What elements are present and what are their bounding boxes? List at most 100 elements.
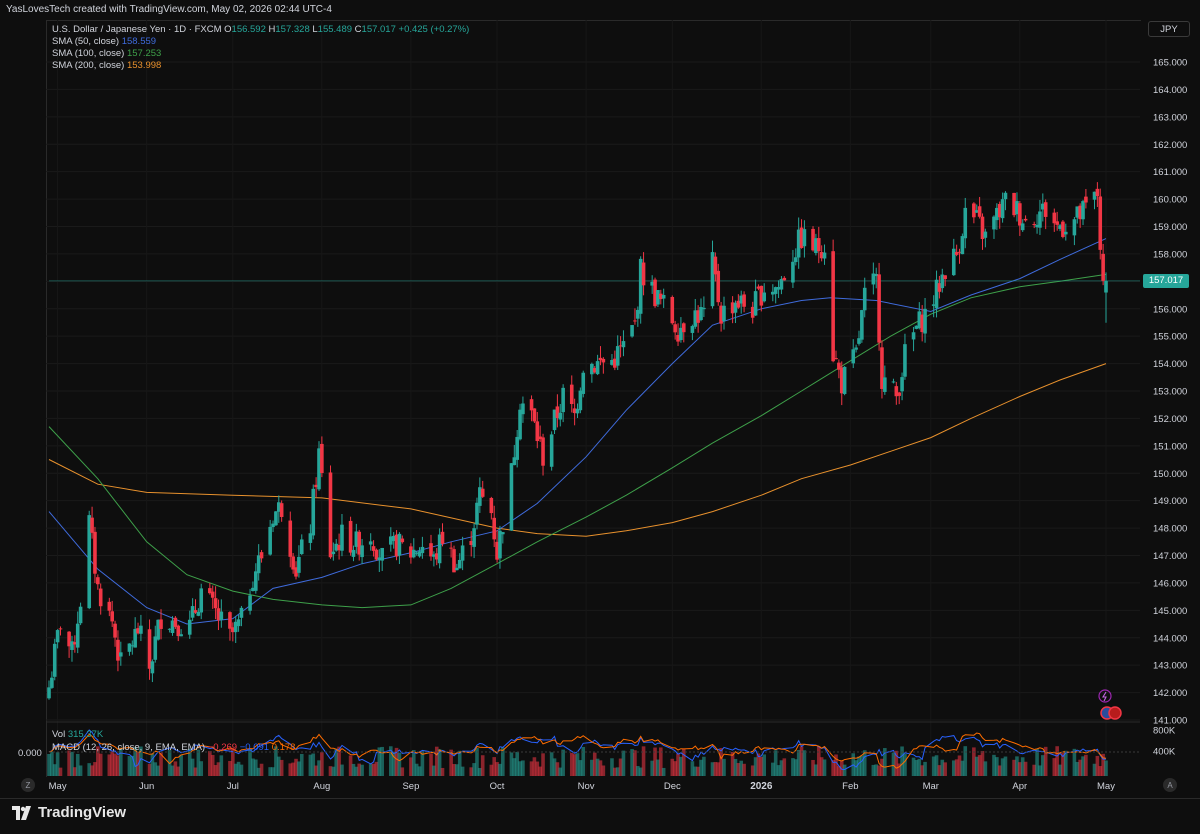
candle-body xyxy=(139,625,143,634)
candle-body xyxy=(661,295,666,299)
candle-body xyxy=(116,639,120,661)
symbol-description: U.S. Dollar / Japanese Yen · 1D · FXCM xyxy=(52,24,222,35)
candle-body xyxy=(55,630,60,643)
currency-button[interactable]: JPY xyxy=(1148,21,1190,37)
x-tick-label: May xyxy=(49,781,67,792)
candle-body xyxy=(960,236,965,255)
y-tick-label: 156.000 xyxy=(1153,304,1187,315)
ohlc-legend-row[interactable]: U.S. Dollar / Japanese Yen · 1D · FXCM O… xyxy=(52,24,469,36)
volume-bar xyxy=(460,766,465,776)
candle-body xyxy=(47,687,51,699)
candle-body xyxy=(348,520,353,553)
candle-body xyxy=(851,349,856,364)
candle-body xyxy=(179,634,183,637)
volume-bar xyxy=(782,758,787,776)
volume-bar xyxy=(822,759,827,776)
candle-body xyxy=(397,533,402,556)
candle-body xyxy=(690,326,695,333)
x-tick-label: Dec xyxy=(664,781,681,792)
volume-bar xyxy=(259,763,264,776)
volume-bar xyxy=(1104,760,1108,776)
auto-scale-button[interactable]: A xyxy=(1163,778,1177,792)
tradingview-brand[interactable]: TradingView xyxy=(12,804,126,821)
candle-body xyxy=(110,611,114,622)
candle-body xyxy=(911,332,916,340)
candle-body xyxy=(239,607,244,618)
y-tick-label: 155.000 xyxy=(1153,332,1187,343)
candle-body xyxy=(670,296,675,324)
candle-body xyxy=(311,488,316,536)
candle-body xyxy=(1018,203,1022,226)
volume-bar xyxy=(480,755,485,776)
volume-bar xyxy=(1023,761,1028,776)
sma200-legend-row[interactable]: SMA (200, close) 153.998 xyxy=(52,60,469,72)
macd-legend-row[interactable]: MACD (12, 26, close, 9, EMA, EMA) −0.269… xyxy=(52,741,295,754)
candle-body xyxy=(52,643,57,677)
candle-body xyxy=(248,595,252,611)
candle-body xyxy=(541,437,545,466)
candle-body xyxy=(673,324,677,333)
volume-bar xyxy=(299,753,304,776)
y-tick-label: 153.000 xyxy=(1153,387,1187,398)
candle-body xyxy=(480,488,485,497)
candle-body xyxy=(187,619,192,635)
candle-body xyxy=(1101,253,1105,281)
volume-bar xyxy=(521,760,525,776)
candle-body xyxy=(449,547,453,549)
candle-body xyxy=(897,392,901,396)
candle-body xyxy=(532,408,537,422)
y-tick-label: 150.000 xyxy=(1153,469,1187,480)
candle-body xyxy=(716,270,721,303)
candle-body xyxy=(457,559,462,569)
candle-body xyxy=(1038,211,1042,228)
candle-body xyxy=(877,274,881,343)
candle-body xyxy=(842,366,847,394)
candle-body xyxy=(558,412,563,420)
candle-body xyxy=(923,308,927,334)
candle-body xyxy=(1043,202,1048,217)
candle-body xyxy=(228,612,232,629)
indicator-legend[interactable]: U.S. Dollar / Japanese Yen · 1D · FXCM O… xyxy=(52,24,469,72)
volume-bar xyxy=(722,758,726,776)
y-tick-label: 161.000 xyxy=(1153,167,1187,178)
volume-bar xyxy=(762,754,766,776)
y-tick-label: 152.000 xyxy=(1153,414,1187,425)
candle-body xyxy=(475,502,479,525)
candle-body xyxy=(75,623,80,648)
volume-bar xyxy=(561,749,565,776)
candle-body xyxy=(569,384,574,405)
candle-body xyxy=(561,387,565,413)
candle-body xyxy=(1023,218,1028,221)
candle-body xyxy=(93,531,97,574)
macd-histogram-value: −0.269 xyxy=(207,742,238,753)
candle-body xyxy=(834,358,838,360)
candle-body xyxy=(219,611,224,620)
volume-legend-row[interactable]: Vol 315.37K xyxy=(52,728,295,741)
volume-tick-label: 800K xyxy=(1153,726,1176,737)
volume-bar xyxy=(903,753,907,776)
candle-body xyxy=(400,538,405,543)
y-tick-label: 163.000 xyxy=(1153,112,1187,123)
candle-body xyxy=(822,252,827,259)
candle-body xyxy=(779,279,784,290)
lower-pane-legend[interactable]: Vol 315.37K MACD (12, 26, close, 9, EMA,… xyxy=(52,728,295,754)
y-tick-label: 146.000 xyxy=(1153,578,1187,589)
price-chart[interactable]: 141.000142.000143.000144.000145.000146.0… xyxy=(0,0,1200,798)
candle-body xyxy=(1061,221,1065,237)
candle-body xyxy=(1098,196,1103,250)
candle-body xyxy=(460,545,465,561)
candle-body xyxy=(279,503,284,517)
candle-body xyxy=(58,628,63,630)
candle-body xyxy=(360,545,364,558)
y-tick-label: 158.000 xyxy=(1153,249,1187,260)
zoom-button[interactable]: Z xyxy=(21,778,35,792)
candle-body xyxy=(127,643,132,652)
sma50-legend-row[interactable]: SMA (50, close) 158.559 xyxy=(52,36,469,48)
y-tick-label: 144.000 xyxy=(1153,633,1187,644)
candle-body xyxy=(615,346,620,366)
candle-body xyxy=(681,323,686,333)
candle-body xyxy=(153,636,158,660)
candle-body xyxy=(199,588,204,613)
candle-body xyxy=(782,277,787,281)
sma100-legend-row[interactable]: SMA (100, close) 157.253 xyxy=(52,48,469,60)
